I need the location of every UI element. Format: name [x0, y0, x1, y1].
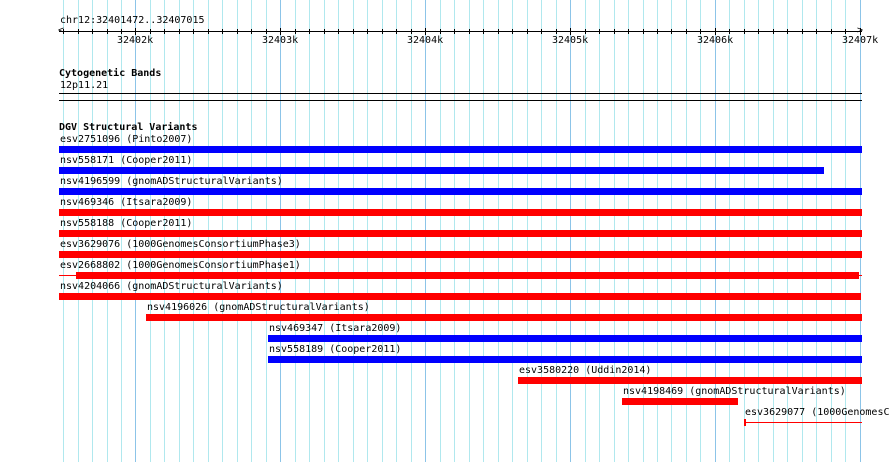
- ruler-tick: [643, 29, 644, 34]
- genome-browser-panel: chr12:32401472..32407015 <>32402k32403k3…: [0, 0, 890, 462]
- ruler-tick: [237, 29, 238, 34]
- ruler-tick: [744, 29, 745, 34]
- ruler-tick: [164, 29, 165, 34]
- feature-label: esv3580220 (Uddin2014): [519, 365, 652, 376]
- ruler-tick: [816, 29, 817, 34]
- feature-label: nsv558188 (Cooper2011): [60, 218, 193, 229]
- ruler-tick: [353, 29, 354, 34]
- ruler-tick-label: 32403k: [262, 35, 299, 46]
- feature-bar[interactable]: [146, 314, 862, 321]
- ruler-tick: [121, 29, 122, 34]
- ruler-tick: [556, 29, 557, 34]
- feature-label: nsv558171 (Cooper2011): [60, 155, 193, 166]
- ruler-tick: [541, 29, 542, 34]
- feature-bar[interactable]: [59, 230, 862, 237]
- ruler-tick: [686, 29, 687, 34]
- feature-bar[interactable]: [76, 272, 859, 279]
- feature-bar[interactable]: [268, 356, 862, 363]
- ruler-tick: [382, 29, 383, 34]
- feature-bar[interactable]: [59, 167, 824, 174]
- ruler-tick: [657, 29, 658, 34]
- ruler-tick-label: 32404k: [407, 35, 444, 46]
- ruler-tick: [700, 29, 701, 34]
- feature-label: nsv558189 (Cooper2011): [269, 344, 402, 355]
- feature-label: nsv469347 (Itsara2009): [269, 323, 402, 334]
- ruler-tick: [628, 29, 629, 34]
- ruler-tick: [309, 29, 310, 34]
- ruler-tick: [222, 29, 223, 34]
- ruler-tick: [266, 29, 267, 34]
- ruler-tick-label: 32405k: [552, 35, 589, 46]
- ruler-tick: [295, 29, 296, 34]
- ruler-tick: [787, 29, 788, 34]
- feature-bar[interactable]: [59, 209, 862, 216]
- ruler-tick: [498, 29, 499, 34]
- ruler-tick: [440, 29, 441, 34]
- feature-bar[interactable]: [268, 335, 862, 342]
- ruler-tick: [208, 29, 209, 34]
- feature-label: esv2668802 (1000GenomesConsortiumPhase1): [60, 260, 301, 271]
- ruler-tick: [280, 28, 281, 35]
- ruler-tick: [150, 29, 151, 34]
- feature-label: nsv4196026 (gnomADStructuralVariants): [147, 302, 370, 313]
- ruler-tick: [135, 28, 136, 35]
- feature-bar[interactable]: [59, 251, 862, 258]
- ruler-tick: [831, 29, 832, 34]
- ruler-tick: [729, 29, 730, 34]
- feature-bar[interactable]: [59, 146, 862, 153]
- feature-label: nsv4196599 (gnomADStructuralVariants): [60, 176, 283, 187]
- ruler-tick: [860, 28, 861, 35]
- ruler-tick: [396, 29, 397, 34]
- dgv-track-title: DGV Structural Variants: [59, 122, 198, 133]
- ruler-tick: [512, 29, 513, 34]
- feature-bar[interactable]: [518, 377, 862, 384]
- ruler-tick: [715, 28, 716, 35]
- ruler-tick: [614, 29, 615, 34]
- ruler-tick: [773, 29, 774, 34]
- feature-label: nsv4198469 (gnomADStructuralVariants): [623, 386, 846, 397]
- ruler-tick: [802, 29, 803, 34]
- feature-label: esv3629077 (1000GenomesConsortiumPhase3): [745, 407, 890, 418]
- ruler-tick-label: 32406k: [697, 35, 734, 46]
- ruler-tick-label: 32402k: [117, 35, 154, 46]
- ruler-tick: [845, 29, 846, 34]
- cytoband-label: 12p11.21: [60, 80, 109, 91]
- location-label: chr12:32401472..32407015: [60, 15, 205, 26]
- ruler-tick-label: 32407k: [842, 35, 879, 46]
- ruler-tick: [454, 29, 455, 34]
- feature-label: esv2751096 (Pinto2007): [60, 134, 193, 145]
- ruler-tick: [469, 29, 470, 34]
- ruler-tick: [483, 29, 484, 34]
- cytoband-track-title: Cytogenetic Bands: [59, 68, 162, 79]
- ruler-tick: [78, 29, 79, 34]
- ruler-tick: [251, 29, 252, 34]
- cytoband-outline-top: [59, 93, 862, 94]
- ruler-tick: [599, 29, 600, 34]
- ruler-tick: [570, 28, 571, 35]
- feature-label: nsv469346 (Itsara2009): [60, 197, 193, 208]
- ruler-tick: [107, 29, 108, 34]
- ruler-tick: [179, 29, 180, 34]
- feature-bar[interactable]: [622, 398, 738, 405]
- feature-label: nsv4204066 (gnomADStructuralVariants): [60, 281, 283, 292]
- ruler-tick: [758, 29, 759, 34]
- ruler-tick: [411, 29, 412, 34]
- ruler-tick: [527, 29, 528, 34]
- ruler-tick: [585, 29, 586, 34]
- feature-bar[interactable]: [59, 293, 861, 300]
- ruler-tick: [425, 28, 426, 35]
- ruler-tick: [92, 29, 93, 34]
- feature-start-tick: [744, 419, 746, 426]
- feature-line[interactable]: [744, 422, 862, 423]
- ruler-tick: [63, 29, 64, 34]
- ruler-tick: [671, 29, 672, 34]
- ruler-tick: [193, 29, 194, 34]
- feature-bar[interactable]: [59, 188, 862, 195]
- cytoband-outline-bottom: [59, 100, 862, 101]
- ruler-tick: [367, 29, 368, 34]
- feature-label: esv3629076 (1000GenomesConsortiumPhase3): [60, 239, 301, 250]
- ruler-tick: [338, 29, 339, 34]
- ruler-tick: [324, 29, 325, 34]
